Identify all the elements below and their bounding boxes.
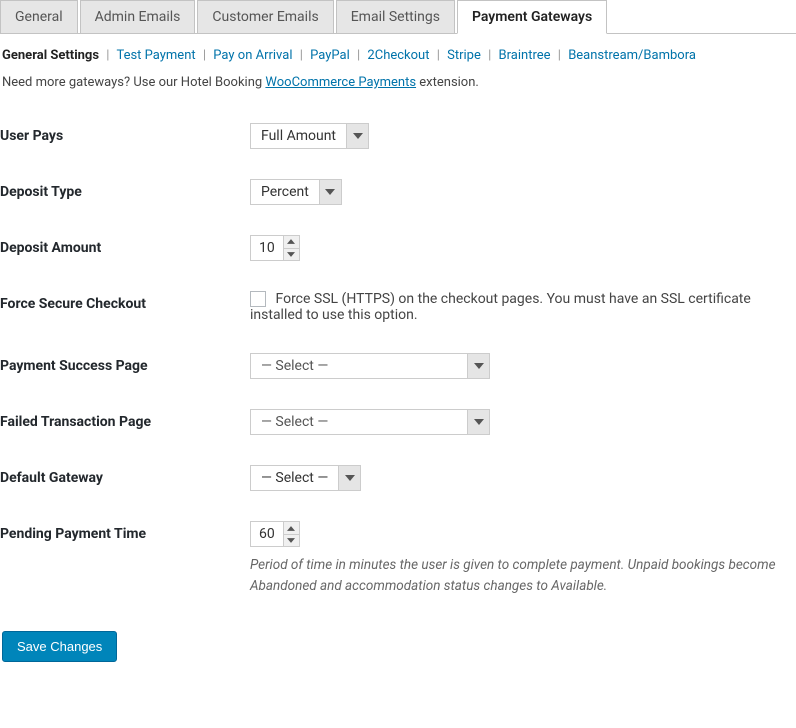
tab-email-settings[interactable]: Email Settings — [336, 0, 455, 33]
checkbox-force-secure[interactable] — [250, 291, 266, 307]
subtab-test-payment[interactable]: Test Payment — [116, 48, 195, 63]
tab-customer-emails[interactable]: Customer Emails — [197, 0, 333, 33]
tab-admin-emails[interactable]: Admin Emails — [80, 0, 196, 33]
tab-payment-gateways[interactable]: Payment Gateways — [457, 0, 607, 34]
woocommerce-payments-link[interactable]: WooCommerce Payments — [265, 75, 416, 90]
label-force-secure: Force Secure Checkout — [0, 276, 240, 338]
chevron-down-icon — [319, 180, 341, 204]
label-deposit-amount: Deposit Amount — [0, 220, 240, 276]
select-default-gateway[interactable]: — Select — — [250, 465, 361, 491]
input-deposit-amount[interactable]: 10 — [250, 235, 300, 261]
subtab-braintree[interactable]: Braintree — [499, 48, 551, 63]
select-failed-page[interactable]: — Select — — [250, 409, 490, 435]
label-default-gateway: Default Gateway — [0, 450, 240, 506]
label-pending-time: Pending Payment Time — [0, 506, 240, 611]
chevron-down-icon — [467, 410, 489, 434]
input-pending-time[interactable]: 60 — [250, 521, 300, 547]
pending-time-description: Period of time in minutes the user is gi… — [250, 555, 786, 596]
subtab-beanstream[interactable]: Beanstream/Bambora — [568, 48, 696, 63]
label-user-pays: User Pays — [0, 108, 240, 164]
select-deposit-type[interactable]: Percent — [250, 179, 342, 205]
checkbox-force-secure-label: Force SSL (HTTPS) on the checkout pages.… — [250, 291, 751, 323]
settings-form: User Pays Full Amount Deposit Type Perce… — [0, 108, 796, 611]
chevron-down-icon — [467, 354, 489, 378]
save-button[interactable]: Save Changes — [2, 631, 117, 662]
spinner-icon — [283, 522, 299, 546]
gateways-notice: Need more gateways? Use our Hotel Bookin… — [0, 71, 796, 108]
subtab-2checkout[interactable]: 2Checkout — [367, 48, 429, 63]
tabs-nav: General Admin Emails Customer Emails Ema… — [0, 0, 796, 34]
subtabs-nav: General Settings | Test Payment | Pay on… — [0, 34, 796, 71]
subtab-stripe[interactable]: Stripe — [447, 48, 481, 63]
select-success-page[interactable]: — Select — — [250, 353, 490, 379]
subtab-paypal[interactable]: PayPal — [310, 48, 350, 63]
chevron-down-icon — [346, 124, 368, 148]
tab-general[interactable]: General — [0, 0, 78, 33]
spinner-icon — [283, 236, 299, 260]
label-deposit-type: Deposit Type — [0, 164, 240, 220]
subtab-pay-on-arrival[interactable]: Pay on Arrival — [213, 48, 292, 63]
label-failed-page: Failed Transaction Page — [0, 394, 240, 450]
subtab-general-settings[interactable]: General Settings — [2, 48, 99, 63]
select-user-pays[interactable]: Full Amount — [250, 123, 369, 149]
label-success-page: Payment Success Page — [0, 338, 240, 394]
chevron-down-icon — [338, 466, 360, 490]
